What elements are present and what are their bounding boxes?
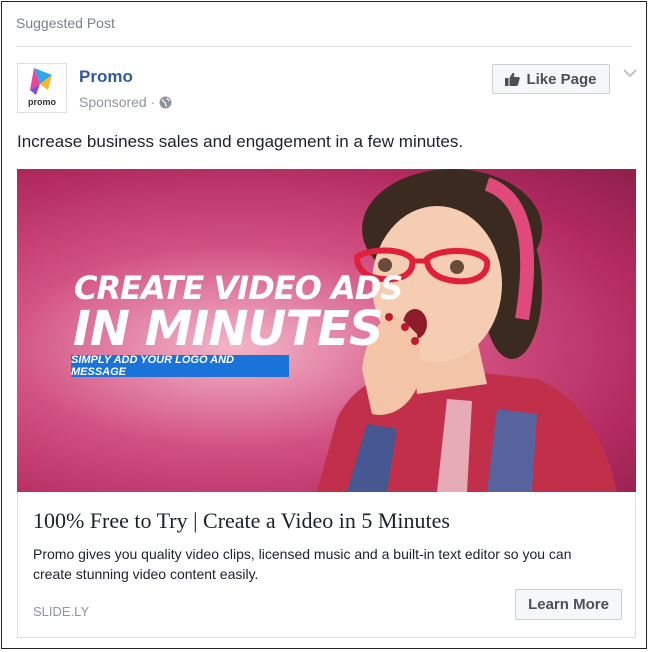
ad-image[interactable]: CREATE VIDEO ADS IN MINUTES SIMPLY ADD Y… [17,169,636,492]
link-domain: SLIDE.LY [33,604,90,619]
sponsored-post-card: Suggested Post promo Promo Sponsored · L… [1,1,647,649]
header-divider [16,46,632,47]
learn-more-button[interactable]: Learn More [515,589,622,620]
chevron-down-icon[interactable] [623,68,637,78]
link-preview-card[interactable]: 100% Free to Try | Create a Video in 5 M… [17,492,636,638]
like-page-label: Like Page [526,70,597,88]
post-message: Increase business sales and engagement i… [17,132,464,151]
sponsored-label[interactable]: Sponsored [79,94,147,110]
logo-wordmark: promo [28,97,56,107]
link-description: Promo gives you quality video clips, lic… [33,546,572,582]
link-headline[interactable]: 100% Free to Try | Create a Video in 5 M… [33,508,450,534]
hero-subtitle-banner: SIMPLY ADD YOUR LOGO AND MESSAGE [71,354,289,378]
post-meta: Sponsored · [79,94,172,110]
thumbs-up-icon [505,72,521,86]
like-page-button[interactable]: Like Page [492,64,610,94]
globe-icon[interactable] [159,96,172,109]
suggested-post-label: Suggested Post [16,15,115,31]
hero-title-line2: IN MINUTES [73,301,384,357]
meta-separator: · [150,94,156,110]
page-name-link[interactable]: Promo [79,67,133,87]
page-avatar[interactable]: promo [17,63,67,113]
